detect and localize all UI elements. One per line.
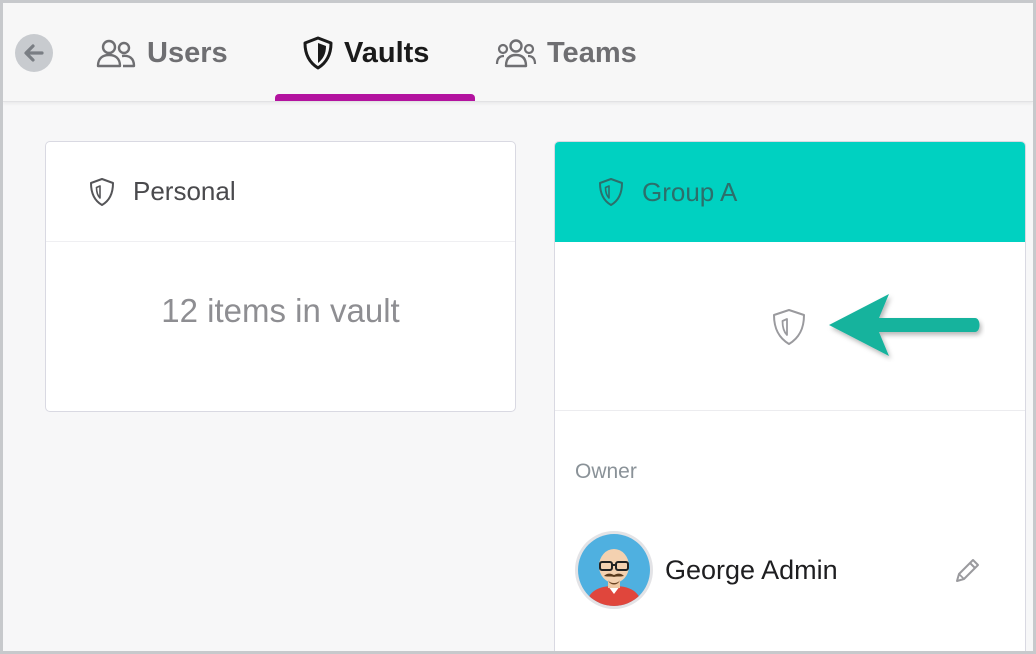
shield-icon	[597, 177, 625, 207]
avatar	[575, 531, 653, 609]
users-icon	[95, 38, 137, 68]
tab-users[interactable]: Users	[95, 31, 228, 75]
annotation-arrow-icon	[829, 294, 980, 356]
vault-card-header: Group A	[555, 142, 1025, 242]
vault-card-personal[interactable]: Personal 12 items in vault	[45, 141, 516, 412]
top-navigation: Users Vaults Teams	[3, 3, 1033, 102]
tab-teams-label: Teams	[547, 36, 637, 69]
active-tab-indicator	[275, 94, 475, 101]
tab-users-label: Users	[147, 36, 228, 69]
vault-item-count: 12 items in vault	[161, 292, 400, 329]
tab-vaults[interactable]: Vaults	[302, 31, 429, 75]
owner-label: Owner	[575, 460, 637, 483]
owner-name: George Admin	[665, 554, 838, 585]
shield-icon	[88, 177, 116, 207]
shield-icon	[302, 36, 334, 70]
owner-row: George Admin	[575, 530, 1005, 610]
team-icon	[495, 38, 537, 68]
vault-card-group-a[interactable]: Group A Owner George Admin	[554, 141, 1026, 651]
arrow-left-icon	[24, 44, 44, 62]
back-button[interactable]	[15, 34, 53, 72]
tab-teams[interactable]: Teams	[495, 31, 637, 75]
edit-icon[interactable]	[953, 555, 983, 585]
vault-name: Personal	[133, 176, 236, 206]
vault-card-header: Personal	[46, 142, 515, 242]
app-window: Users Vaults Teams Personal 12 items in …	[3, 3, 1033, 651]
divider	[555, 410, 1025, 411]
vault-shield-icon	[771, 308, 807, 351]
tab-vaults-label: Vaults	[344, 36, 430, 69]
vault-name: Group A	[642, 176, 738, 207]
